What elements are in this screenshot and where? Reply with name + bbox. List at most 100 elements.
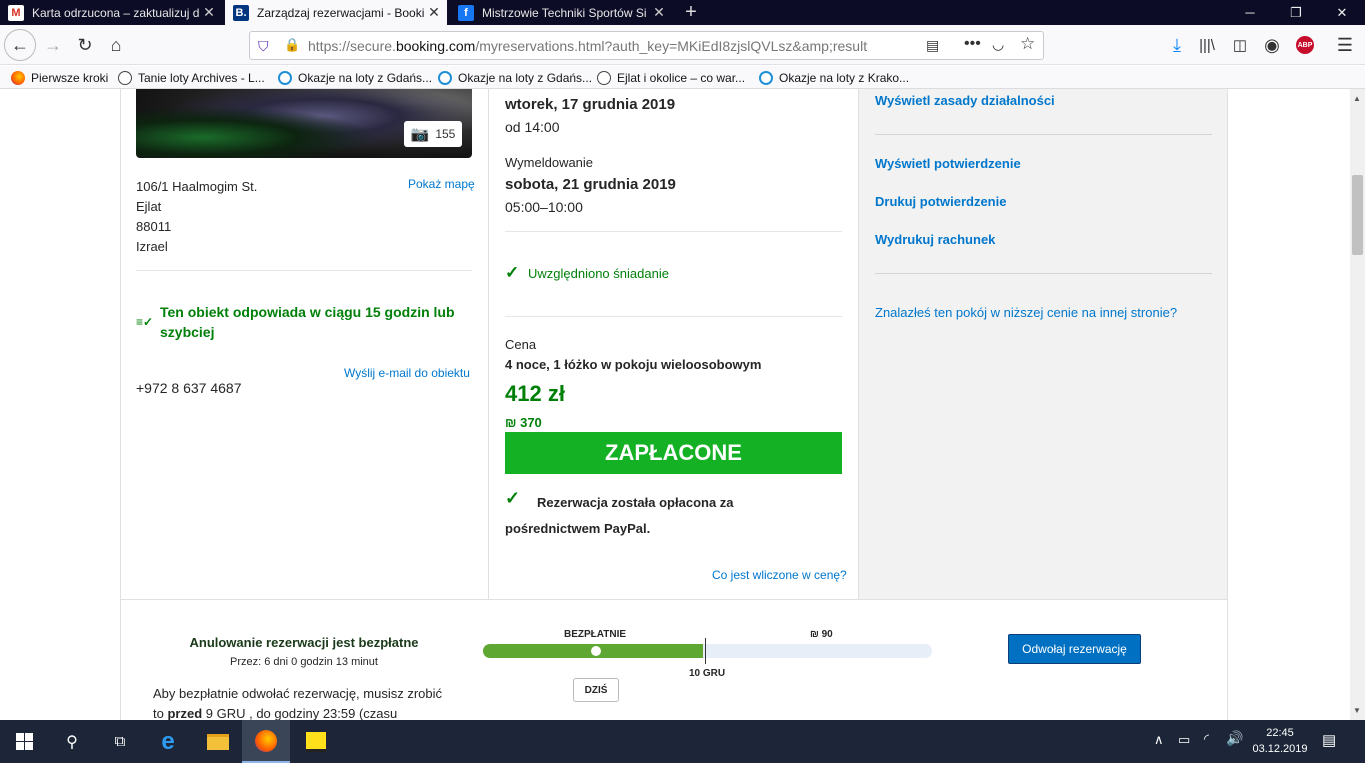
battery-icon[interactable]: ▭ (1178, 732, 1190, 748)
response-time-info: Ten obiekt odpowiada w ciągu 15 godzin l… (160, 304, 455, 340)
text-part: 9 GRU , do godziny 23:59 (czasu (205, 706, 398, 720)
bookmark-item[interactable]: Okazje na loty z Gdańs... (438, 69, 592, 87)
price-ils: ₪ 370 (505, 415, 542, 430)
back-button[interactable]: ← (4, 29, 36, 61)
divider (136, 270, 472, 271)
fee-label: ₪ 90 (810, 629, 833, 640)
column-divider (488, 89, 489, 599)
menu-icon[interactable]: ☰ (1330, 30, 1360, 60)
print-invoice-link[interactable]: Wydrukuj rachunek (875, 232, 995, 247)
divider (875, 134, 1212, 135)
close-tab-icon[interactable]: ✕ (200, 4, 218, 21)
file-explorer-icon[interactable] (194, 720, 242, 763)
adblock-icon[interactable]: ABP (1290, 30, 1320, 60)
tab-gmail[interactable]: M Karta odrzucona – zaktualizuj d ✕ (0, 0, 222, 25)
page-scrollbar[interactable]: ▲ ▼ (1350, 89, 1365, 720)
bookmark-label: Tanie loty Archives - L... (138, 71, 265, 85)
photo-gallery-button[interactable]: 📷 155 (404, 121, 462, 147)
bookmark-label: Pierwsze kroki (31, 71, 109, 85)
tab-title: Karta odrzucona – zaktualizuj d (32, 5, 200, 20)
tab-booking[interactable]: B. Zarządzaj rezerwacjami - Bookin ✕ (225, 0, 447, 25)
email-property-link[interactable]: Wyślij e-mail do obiektu (344, 366, 470, 380)
downloads-icon[interactable]: ⤓ (1162, 30, 1192, 60)
lock-icon[interactable]: 🔒 (284, 37, 300, 53)
bookmark-item[interactable]: Pierwsze kroki (11, 69, 108, 87)
close-window-button[interactable]: ✕ (1319, 0, 1365, 25)
tab-title: Zarządzaj rezerwacjami - Bookin (257, 5, 425, 20)
bookmark-item[interactable]: Tanie loty Archives - L... (118, 69, 265, 87)
cancellation-title: Anulowanie rezerwacji jest bezpłatne (189, 635, 419, 650)
sidebar-icon[interactable]: ◫ (1225, 30, 1255, 60)
tray-expand-icon[interactable]: ∧ (1154, 732, 1164, 748)
photo-count: 155 (435, 127, 456, 141)
url-bar[interactable]: ⛉ 🔒 https://secure.booking.com/myreserva… (249, 31, 1044, 60)
library-icon[interactable]: |||\ (1192, 30, 1222, 60)
volume-icon[interactable]: 🔊 (1226, 730, 1243, 747)
property-address: 106/1 Haalmogim St. Ejlat 88011 Izrael (136, 177, 257, 257)
cancellation-timeline (483, 644, 932, 658)
bookmark-item[interactable]: Okazje na loty z Gdańs... (278, 69, 432, 87)
url-text[interactable]: https://secure.booking.com/myreservation… (308, 38, 868, 54)
divider (875, 273, 1212, 274)
forward-button[interactable]: → (38, 30, 68, 60)
fast-response-icon: ≡✓ (136, 315, 154, 329)
cancellation-text-line: Aby bezpłatnie odwołać rezerwację, musis… (153, 686, 443, 701)
bookmarks-toolbar: Pierwsze kroki Tanie loty Archives - L..… (0, 66, 1365, 89)
edge-icon[interactable]: e (144, 720, 192, 763)
windows-icon (15, 733, 33, 750)
text-part-bold: przed (167, 706, 203, 720)
bookmark-item[interactable]: Ejlat i okolice – co war... (597, 69, 745, 87)
property-photo[interactable]: 📷 155 (136, 89, 472, 158)
tab-bar: M Karta odrzucona – zaktualizuj d ✕ B. Z… (0, 0, 1365, 25)
scroll-down-icon[interactable]: ▼ (1353, 706, 1361, 715)
close-tab-icon[interactable]: ✕ (425, 4, 443, 21)
price-includes-link[interactable]: Co jest wliczone w cenę? (712, 568, 847, 582)
globe-icon (597, 71, 611, 85)
new-tab-button[interactable]: + (679, 0, 703, 25)
notifications-icon[interactable]: ▤ (1322, 731, 1336, 749)
bookmark-star-icon[interactable]: ☆ (1020, 34, 1035, 54)
checkin-time: od 14:00 (505, 119, 560, 135)
account-icon[interactable]: ◉ (1257, 30, 1287, 60)
tab-facebook[interactable]: f Mistrzowie Techniki Sportów Si ✕ (450, 0, 672, 25)
deadline-marker (705, 638, 706, 664)
cancel-booking-button[interactable]: Odwołaj rezerwację (1008, 634, 1141, 664)
tab-title: Mistrzowie Techniki Sportów Si (482, 5, 647, 20)
pocket-icon[interactable]: ◡ (992, 36, 1004, 53)
task-view-icon[interactable]: ⧉ (96, 720, 144, 763)
clock[interactable]: 22:45 03.12.2019 (1250, 725, 1310, 757)
close-tab-icon[interactable]: ✕ (650, 4, 668, 21)
clock-time: 22:45 (1266, 727, 1294, 739)
bookmark-label: Ejlat i okolice – co war... (617, 71, 746, 85)
frame-border (1227, 89, 1228, 720)
firefox-taskbar-icon[interactable] (242, 720, 290, 763)
view-policies-link[interactable]: Wyświetl zasady działalności (875, 93, 1055, 108)
bookmark-item[interactable]: Okazje na loty z Krako... (759, 69, 909, 87)
reader-view-icon[interactable]: ▤ (926, 37, 939, 54)
breakfast-included: Uwzględniono śniadanie (528, 266, 669, 281)
reload-button[interactable]: ↻ (70, 30, 100, 60)
windows-taskbar: ⚲ ⧉ e ∧ ▭ ◜ 🔊 22:45 03.12.2019 ▤ (0, 720, 1365, 763)
search-icon[interactable]: ⚲ (48, 720, 96, 763)
print-confirmation-link[interactable]: Drukuj potwierdzenie (875, 194, 1006, 209)
cancellation-text-line: to przed 9 GRU , do godziny 23:59 (czasu (153, 704, 442, 720)
minimize-button[interactable]: ─ (1227, 0, 1273, 25)
frame-border (120, 89, 121, 599)
page-actions-icon[interactable]: ••• (964, 35, 981, 53)
check-icon: ✓ (505, 263, 520, 282)
scrollbar-thumb[interactable] (1352, 175, 1363, 255)
wifi-icon[interactable]: ◜ (1204, 731, 1209, 747)
lower-price-link[interactable]: Znalazłeś ten pokój w niższej cenie na i… (875, 305, 1177, 320)
maximize-button[interactable]: ❐ (1273, 0, 1319, 25)
scroll-up-icon[interactable]: ▲ (1353, 94, 1361, 103)
tracking-shield-icon[interactable]: ⛉ (258, 38, 269, 55)
start-button[interactable] (0, 720, 48, 763)
view-confirmation-link[interactable]: Wyświetl potwierdzenie (875, 156, 1021, 171)
sticky-notes-icon[interactable] (292, 720, 340, 763)
section-divider (120, 599, 1228, 600)
payment-note: Rezerwacja została opłacona za pośrednic… (505, 495, 734, 536)
ie-icon (278, 71, 292, 85)
show-map-link[interactable]: Pokaż mapę (408, 177, 475, 191)
price-pln: 412 zł (505, 381, 565, 406)
home-button[interactable]: ⌂ (101, 30, 131, 60)
